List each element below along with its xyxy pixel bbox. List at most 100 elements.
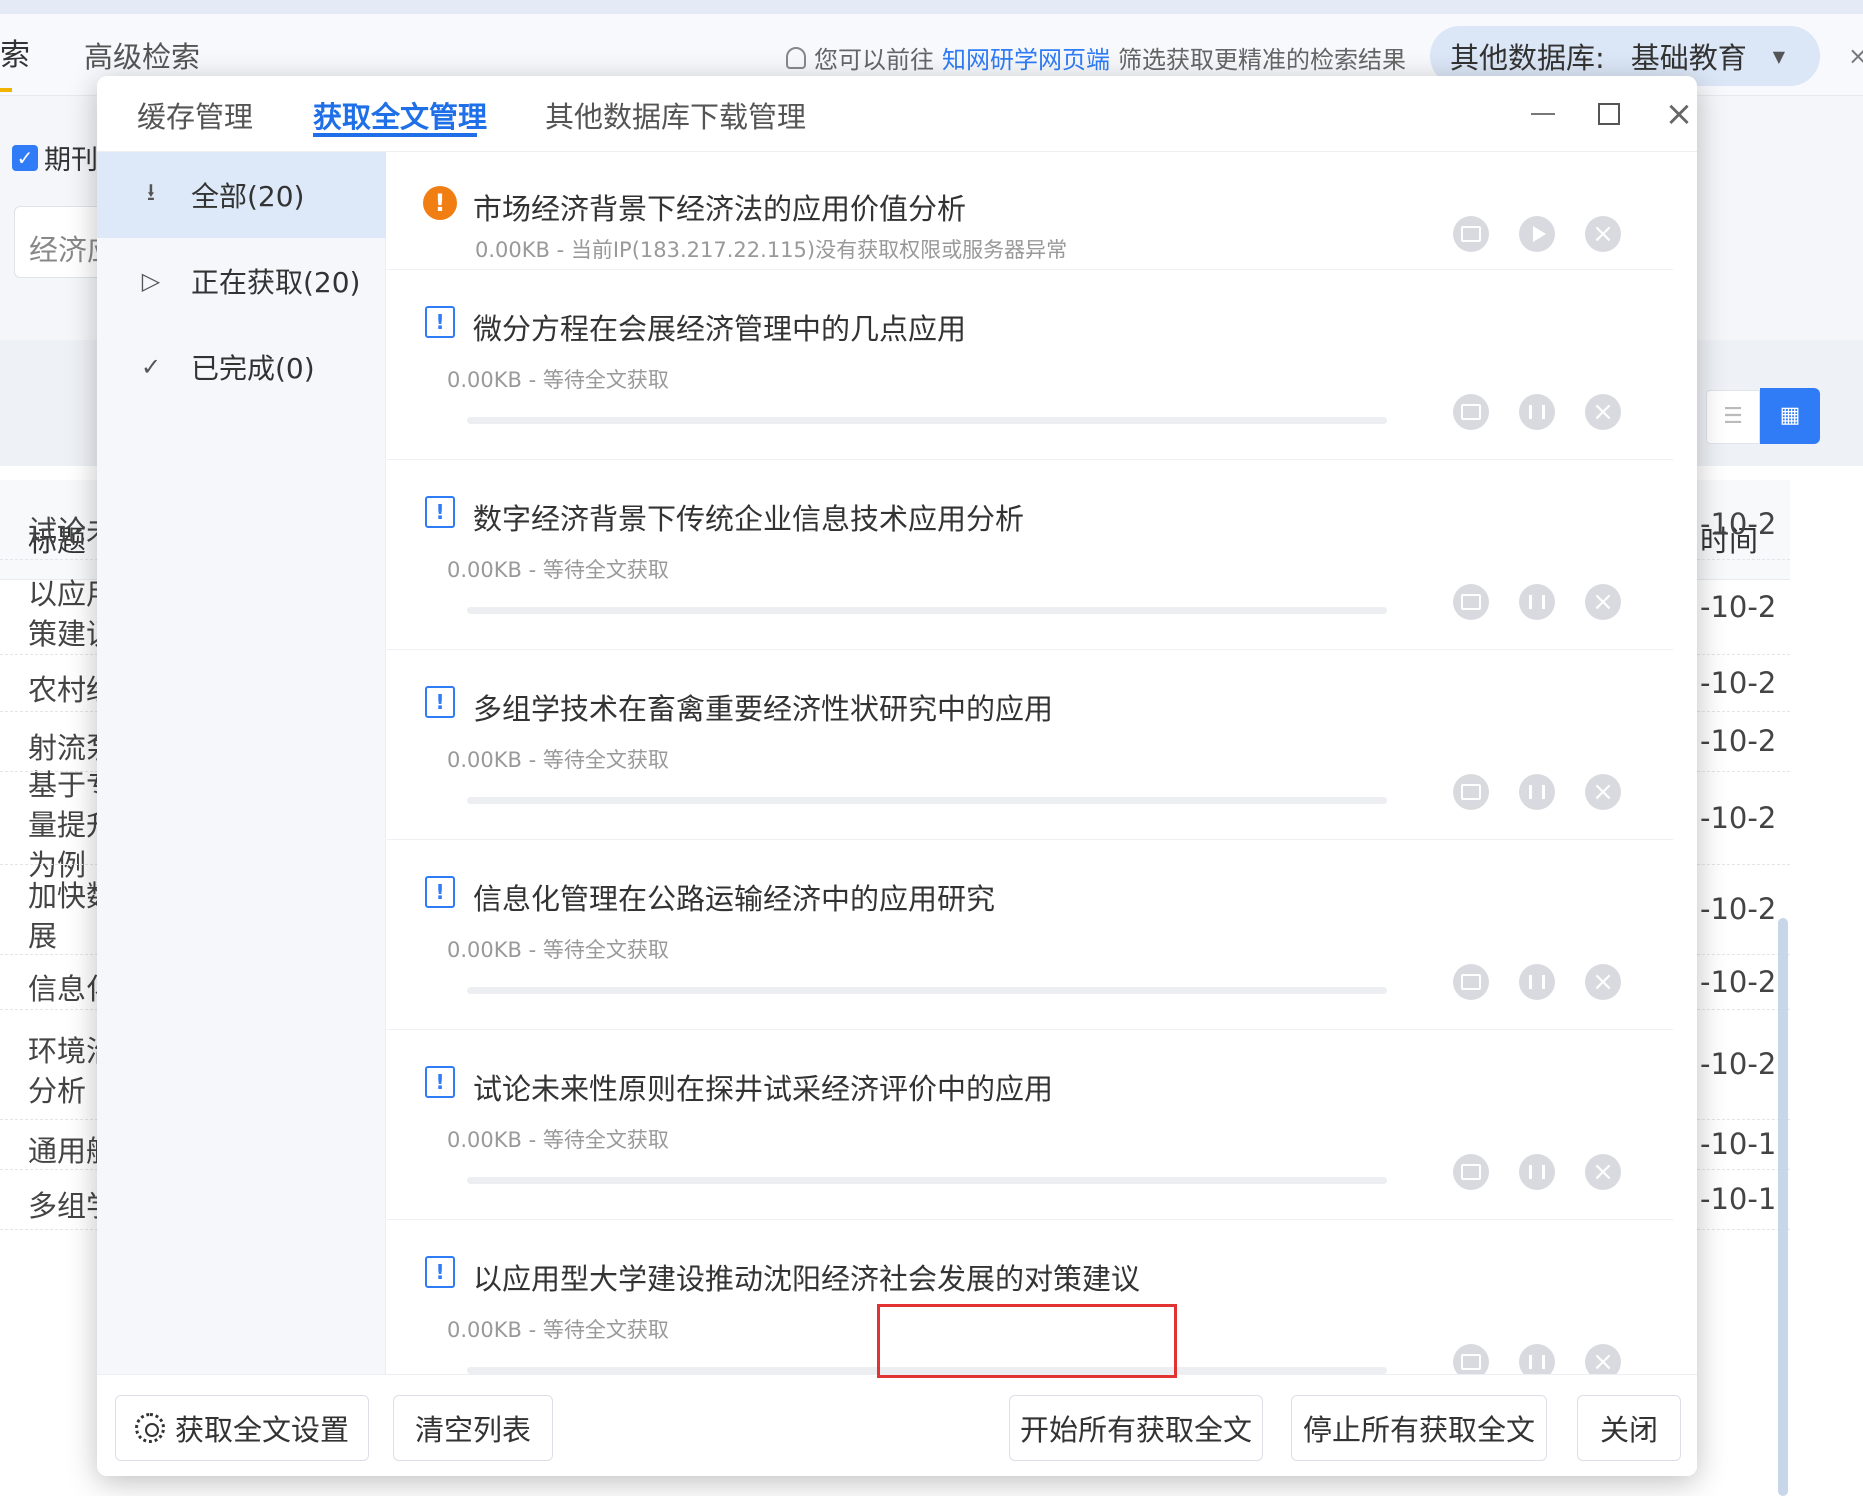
pending-icon: ! xyxy=(425,496,455,528)
pause-icon[interactable] xyxy=(1519,1154,1555,1190)
tab-search[interactable]: 索 xyxy=(0,30,30,74)
progress-bar xyxy=(467,1367,1387,1374)
journal-filter-checkbox[interactable]: ✓ 期刊 xyxy=(12,138,98,177)
pending-icon: ! xyxy=(425,876,455,908)
check-icon: ✓ xyxy=(140,353,162,381)
pending-icon: ! xyxy=(425,686,455,718)
pause-icon[interactable] xyxy=(1519,584,1555,620)
gear-icon xyxy=(134,1413,165,1443)
task-item[interactable]: ! 数字经济背景下传统企业信息技术应用分析 0.00KB - 等待全文获取 xyxy=(387,460,1673,650)
stop-all-button[interactable]: 停止所有获取全文 xyxy=(1291,1395,1547,1461)
remove-icon[interactable] xyxy=(1585,394,1621,430)
minimize-icon[interactable] xyxy=(1523,94,1563,134)
task-title[interactable]: 微分方程在会展经济管理中的几点应用 xyxy=(473,306,966,348)
folder-icon[interactable] xyxy=(1453,216,1489,252)
clear-list-button[interactable]: 清空列表 xyxy=(393,1395,553,1461)
remove-icon[interactable] xyxy=(1585,1154,1621,1190)
remove-icon[interactable] xyxy=(1585,964,1621,1000)
pending-icon: ! xyxy=(425,1256,455,1288)
pending-icon: ! xyxy=(425,306,455,338)
remove-icon[interactable] xyxy=(1585,584,1621,620)
download-arrow-icon: ⭳ xyxy=(146,177,156,206)
task-item[interactable]: ! 信息化管理在公路运输经济中的应用研究 0.00KB - 等待全文获取 xyxy=(387,840,1673,1030)
start-all-button[interactable]: 开始所有获取全文 xyxy=(1009,1395,1263,1461)
folder-icon[interactable] xyxy=(1453,1154,1489,1190)
list-view-icon[interactable]: ☰ xyxy=(1706,390,1760,444)
notice-suffix: 筛选获取更精准的检索结果 xyxy=(1118,46,1406,74)
tab-fulltext-management[interactable]: 获取全文管理 xyxy=(313,94,487,136)
task-status: 0.00KB - 等待全文获取 xyxy=(447,368,669,392)
pause-icon[interactable] xyxy=(1519,964,1555,1000)
task-title[interactable]: 信息化管理在公路运输经济中的应用研究 xyxy=(473,876,995,918)
dialog-footer: 获取全文设置 清空列表 开始所有获取全文 停止所有获取全文 关闭 xyxy=(97,1374,1697,1476)
top-band xyxy=(0,0,1863,14)
folder-icon[interactable] xyxy=(1453,584,1489,620)
filter-label: 期刊 xyxy=(44,145,98,176)
notice-link[interactable]: 知网研学网页端 xyxy=(942,40,1110,75)
sidebar-item-label: 已完成(0) xyxy=(191,352,315,385)
task-title[interactable]: 数字经济背景下传统企业信息技术应用分析 xyxy=(473,496,1024,538)
notice-prefix: 您可以前往 xyxy=(814,46,934,74)
page-scrollbar[interactable] xyxy=(1778,918,1788,1496)
close-dialog-icon[interactable]: × xyxy=(1659,94,1697,134)
task-title[interactable]: 多组学技术在畜禽重要经济性状研究中的应用 xyxy=(473,686,1053,728)
sidebar-item-in-progress[interactable]: ▷ 正在获取(20) xyxy=(97,238,386,324)
caret-down-icon: ▼ xyxy=(1772,46,1786,66)
task-item[interactable]: ! 微分方程在会展经济管理中的几点应用 0.00KB - 等待全文获取 xyxy=(387,270,1673,460)
play-icon[interactable] xyxy=(1519,216,1555,252)
remove-icon[interactable] xyxy=(1585,216,1621,252)
maximize-icon[interactable] xyxy=(1589,94,1629,134)
task-title[interactable]: 试论未来性原则在探井试采经济评价中的应用 xyxy=(473,1066,1053,1108)
tab-advanced-search[interactable]: 高级检索 xyxy=(84,34,200,76)
sidebar-item-all[interactable]: ⭳ 全部(20) xyxy=(97,152,386,238)
tab-other-db-downloads[interactable]: 其他数据库下载管理 xyxy=(545,94,806,136)
database-label: 其他数据库: xyxy=(1450,41,1605,75)
sidebar-item-completed[interactable]: ✓ 已完成(0) xyxy=(97,324,386,410)
pause-icon[interactable] xyxy=(1519,394,1555,430)
error-icon: ! xyxy=(423,186,457,220)
pending-icon: ! xyxy=(425,1066,455,1098)
sidebar-item-label: 正在获取(20) xyxy=(191,266,361,299)
task-actions xyxy=(1453,1154,1621,1190)
database-value: 基础教育 xyxy=(1630,41,1747,75)
active-tab-indicator xyxy=(0,88,12,92)
task-item[interactable]: ! 多组学技术在畜禽重要经济性状研究中的应用 0.00KB - 等待全文获取 xyxy=(387,650,1673,840)
task-status: 0.00KB - 等待全文获取 xyxy=(447,558,669,582)
task-status: 0.00KB - 等待全文获取 xyxy=(447,1318,669,1342)
table-view-icon[interactable]: ▦ xyxy=(1760,388,1820,444)
task-status: 0.00KB - 等待全文获取 xyxy=(447,748,669,772)
folder-icon[interactable] xyxy=(1453,964,1489,1000)
folder-icon[interactable] xyxy=(1453,774,1489,810)
close-icon[interactable]: × xyxy=(1848,42,1863,70)
close-button[interactable]: 关闭 xyxy=(1577,1395,1681,1461)
progress-bar xyxy=(467,797,1387,804)
remove-icon[interactable] xyxy=(1585,774,1621,810)
dialog-header: 缓存管理 获取全文管理 其他数据库下载管理 × xyxy=(97,76,1697,152)
settings-label: 获取全文设置 xyxy=(174,1413,349,1447)
folder-icon[interactable] xyxy=(1453,394,1489,430)
task-title[interactable]: 以应用型大学建设推动沈阳经济社会发展的对策建议 xyxy=(473,1256,1140,1298)
bell-icon xyxy=(786,46,806,69)
task-actions xyxy=(1453,394,1621,430)
pause-icon[interactable] xyxy=(1519,774,1555,810)
task-actions xyxy=(1453,774,1621,810)
task-title[interactable]: 市场经济背景下经济法的应用价值分析 xyxy=(473,186,966,228)
checkbox-checked-icon: ✓ xyxy=(12,144,38,171)
progress-bar xyxy=(467,1177,1387,1184)
notice-bar: 您可以前往 知网研学网页端 筛选获取更精准的检索结果 xyxy=(786,40,1406,75)
task-actions xyxy=(1453,216,1621,252)
task-item[interactable]: ! 市场经济背景下经济法的应用价值分析 0.00KB - 当前IP(183.217.… xyxy=(387,152,1673,270)
progress-bar xyxy=(467,417,1387,424)
task-status: 0.00KB - 当前IP(183.217.22.115)没有获取权限或服务器异… xyxy=(475,238,1068,262)
task-status: 0.00KB - 等待全文获取 xyxy=(447,1128,669,1152)
task-item[interactable]: ! 试论未来性原则在探井试采经济评价中的应用 0.00KB - 等待全文获取 xyxy=(387,1030,1673,1220)
task-actions xyxy=(1453,584,1621,620)
status-sidebar: ⭳ 全部(20) ▷ 正在获取(20) ✓ 已完成(0) xyxy=(97,152,386,1449)
tab-cache-management[interactable]: 缓存管理 xyxy=(137,94,253,136)
fulltext-settings-button[interactable]: 获取全文设置 xyxy=(115,1395,369,1461)
sidebar-item-label: 全部(20) xyxy=(191,180,305,213)
progress-bar xyxy=(467,987,1387,994)
fulltext-manager-dialog: 缓存管理 获取全文管理 其他数据库下载管理 × ⭳ 全部(20) ▷ 正在获取(… xyxy=(97,76,1697,1476)
active-tab-underline xyxy=(313,133,477,137)
task-actions xyxy=(1453,964,1621,1000)
